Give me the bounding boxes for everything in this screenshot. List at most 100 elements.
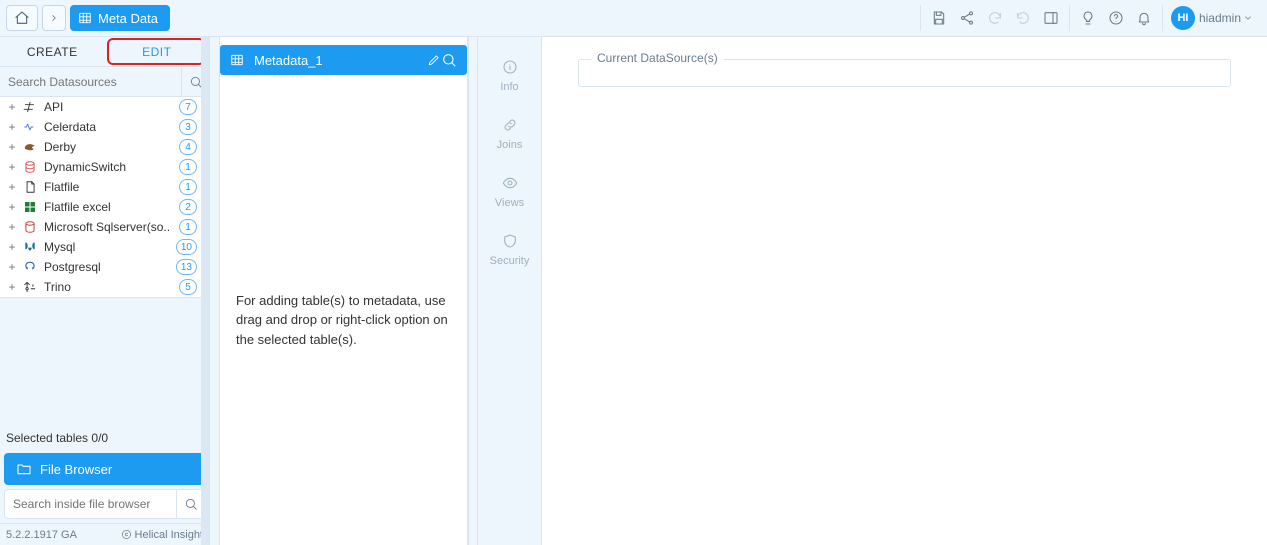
datasource-type-icon	[22, 179, 38, 195]
datasource-item[interactable]: +Mysql10	[0, 237, 209, 257]
rail-views[interactable]: Views	[478, 163, 541, 221]
datasource-item[interactable]: + API7	[0, 97, 209, 117]
expand-icon[interactable]: +	[6, 180, 18, 194]
user-menu[interactable]: hiadmin	[1199, 11, 1253, 25]
expand-icon[interactable]: +	[6, 160, 18, 174]
datasource-count-badge: 1	[179, 219, 197, 235]
avatar[interactable]: HI	[1171, 6, 1195, 30]
table-icon	[78, 11, 92, 25]
bulb-icon	[1080, 10, 1096, 26]
datasource-item[interactable]: + Derby4	[0, 137, 209, 157]
datasource-item[interactable]: +Postgresql13	[0, 257, 209, 277]
metadata-title: Metadata_1	[254, 53, 421, 68]
rail-joins[interactable]: Joins	[478, 105, 541, 163]
datasource-count-badge: 2	[179, 199, 197, 215]
datasource-item[interactable]: +Flatfile1	[0, 177, 209, 197]
rail-info[interactable]: Info	[478, 47, 541, 105]
copyright: Helical Insight	[121, 529, 203, 541]
datasource-name: Microsoft Sqlserver(so..	[44, 220, 179, 234]
rail-security[interactable]: Security	[478, 221, 541, 279]
datasource-count-badge: 13	[176, 259, 197, 275]
side-rail: Info Joins Views Security	[478, 37, 542, 545]
left-tabs: CREATE EDIT	[0, 37, 209, 67]
share-icon	[959, 10, 975, 26]
datasource-item[interactable]: + Microsoft Sqlserver(so..1	[0, 217, 209, 237]
save-dropdown[interactable]	[925, 5, 953, 31]
pencil-icon[interactable]	[427, 53, 441, 67]
datasource-type-icon	[22, 139, 38, 155]
datasource-count-badge: 1	[179, 159, 197, 175]
expand-icon[interactable]: +	[6, 240, 18, 254]
chevron-down-icon	[1243, 13, 1253, 23]
datasource-item[interactable]: + Celerdata3	[0, 117, 209, 137]
copyright-label: Helical Insight	[135, 529, 203, 541]
tab-create[interactable]: CREATE	[0, 37, 105, 66]
datasource-name: DynamicSwitch	[44, 160, 179, 174]
file-browser-search-input[interactable]	[5, 497, 176, 511]
info-icon	[502, 59, 518, 75]
breadcrumb: Meta Data	[0, 0, 170, 36]
table-icon	[230, 53, 244, 67]
datasource-type-icon	[22, 279, 38, 295]
datasource-name: API	[44, 100, 179, 114]
home-icon	[14, 10, 30, 26]
undo-button[interactable]	[981, 5, 1009, 31]
breadcrumb-current[interactable]: Meta Data	[70, 5, 170, 31]
folder-icon	[16, 461, 32, 477]
eye-icon	[502, 175, 518, 191]
search-icon	[184, 497, 198, 511]
datasource-count-badge: 3	[179, 119, 197, 135]
datasource-type-icon	[22, 239, 38, 255]
datasource-search-row	[0, 67, 209, 97]
topbar-right: HI hiadmin	[920, 0, 1267, 36]
expand-icon[interactable]: +	[6, 260, 18, 274]
expand-icon[interactable]: +	[6, 280, 18, 294]
datasource-count-badge: 4	[179, 139, 197, 155]
panel-button[interactable]	[1037, 5, 1065, 31]
rail-info-label: Info	[500, 81, 518, 93]
datasource-type-icon	[22, 119, 38, 135]
breadcrumb-chevron[interactable]	[42, 5, 66, 31]
left-footer: 5.2.2.1917 GA Helical Insight	[0, 523, 209, 545]
search-icon[interactable]	[441, 52, 457, 68]
file-browser-search-button[interactable]	[176, 490, 204, 518]
datasource-type-icon	[22, 99, 38, 115]
expand-icon[interactable]: +	[6, 120, 18, 134]
left-panel: CREATE EDIT + API7 + Celerdata3 + Derby4 + Dyna…	[0, 37, 210, 545]
breadcrumb-current-label: Meta Data	[98, 11, 158, 26]
home-button[interactable]	[6, 5, 38, 31]
datasource-type-icon	[22, 159, 38, 175]
share-button[interactable]	[953, 5, 981, 31]
current-datasource-pane	[542, 37, 1267, 545]
file-browser-search-row	[4, 489, 205, 519]
datasource-item[interactable]: +Flatfile excel2	[0, 197, 209, 217]
datasource-item[interactable]: + DynamicSwitch1	[0, 157, 209, 177]
datasource-item[interactable]: +Trino5	[0, 277, 209, 297]
datasource-name: Celerdata	[44, 120, 179, 134]
avatar-initials: HI	[1177, 12, 1188, 24]
selected-tables-label: Selected tables 0/0	[0, 427, 209, 449]
datasource-count-badge: 10	[176, 239, 197, 255]
datasource-count-badge: 7	[179, 99, 197, 115]
expand-icon[interactable]: +	[6, 220, 18, 234]
help-button[interactable]	[1102, 5, 1130, 31]
expand-icon[interactable]: +	[6, 100, 18, 114]
idea-button[interactable]	[1074, 5, 1102, 31]
redo-button[interactable]	[1009, 5, 1037, 31]
undo-icon	[987, 10, 1003, 26]
link-icon	[502, 117, 518, 133]
tab-edit[interactable]: EDIT	[105, 45, 210, 59]
datasource-name: Trino	[44, 280, 179, 294]
expand-icon[interactable]: +	[6, 140, 18, 154]
expand-icon[interactable]: +	[6, 200, 18, 214]
version-label: 5.2.2.1917 GA	[6, 529, 77, 541]
panel-icon	[1043, 10, 1059, 26]
rail-joins-label: Joins	[497, 139, 523, 151]
datasource-name: Flatfile	[44, 180, 179, 194]
rail-security-label: Security	[490, 255, 530, 267]
file-browser-button[interactable]: File Browser	[4, 453, 205, 485]
notification-button[interactable]	[1130, 5, 1158, 31]
datasource-name: Derby	[44, 140, 179, 154]
datasource-search-input[interactable]	[0, 67, 181, 96]
datasource-type-icon	[22, 219, 38, 235]
